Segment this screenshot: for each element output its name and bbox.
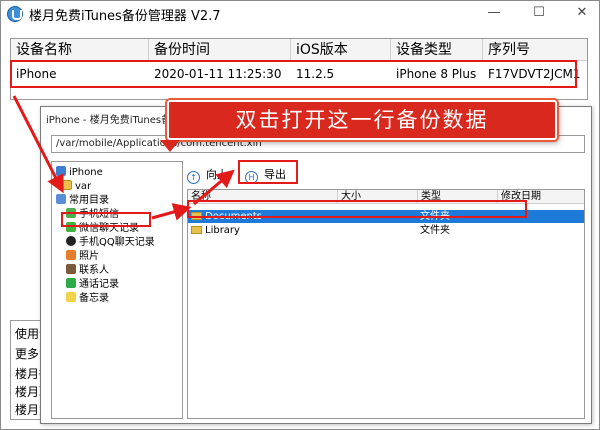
tree-item-photos[interactable]: 照片 [66, 250, 99, 264]
call-log-icon [66, 278, 76, 288]
callout-pointer [160, 140, 180, 152]
photos-icon [66, 250, 76, 260]
list-item-library[interactable]: Library 文件夹 [188, 224, 584, 237]
tree-item-qq[interactable]: 手机QQ聊天记录 [66, 236, 155, 250]
app-logo-icon [7, 6, 23, 22]
main-title-bar: 楼月免费iTunes备份管理器 V2.7 — ☐ ✕ [1, 1, 599, 27]
maximize-button[interactable]: ☐ [528, 4, 550, 22]
instruction-callout: 双击打开这一行备份数据 [167, 100, 557, 140]
main-window-title: 楼月免费iTunes备份管理器 V2.7 [29, 9, 221, 24]
header-ios-version[interactable]: iOS版本 [291, 39, 391, 61]
tree-node-iphone[interactable]: iPhone [56, 166, 103, 180]
header-device-type[interactable]: 设备类型 [391, 39, 483, 61]
tree-node-common[interactable]: 常用目录 [56, 194, 109, 208]
file-list: 名称 大小 类型 修改日期 Documents 文件夹 Library 文件夹 [187, 189, 585, 419]
qq-icon [66, 236, 76, 246]
tree-item-contacts[interactable]: 联系人 [66, 264, 109, 278]
folder-icon [62, 180, 72, 190]
close-button[interactable]: ✕ [571, 4, 593, 22]
folder-tree: iPhone var 常用目录 手机短信 微信聊天记录 手机QQ聊天记录 照片 … [51, 161, 183, 419]
contacts-icon [66, 264, 76, 274]
tree-item-calls[interactable]: 通话记录 [66, 278, 119, 292]
highlight-wechat-item [61, 212, 151, 227]
up-button[interactable]: ↑ 向上 [187, 167, 228, 184]
backup-detail-window: iPhone - 楼月免费iTunes备份管理器 /var/mobile/App… [40, 106, 592, 424]
phone-icon [56, 166, 66, 176]
minimize-button[interactable]: — [483, 4, 505, 22]
backup-table-header: 设备名称 备份时间 iOS版本 设备类型 序列号 [11, 39, 587, 61]
tree-node-var[interactable]: var [62, 180, 91, 194]
header-backup-time[interactable]: 备份时间 [149, 39, 291, 61]
highlight-export-button [238, 160, 298, 184]
header-device-name[interactable]: 设备名称 [11, 39, 149, 61]
tree-item-notes[interactable]: 备忘录 [66, 292, 109, 306]
header-serial[interactable]: 序列号 [483, 39, 587, 61]
highlight-backup-row [10, 60, 577, 88]
highlight-documents-row [187, 200, 527, 218]
notes-icon [66, 292, 76, 302]
arrow-up-icon: ↑ [187, 171, 200, 184]
common-folder-icon [56, 194, 66, 204]
folder-icon [191, 226, 202, 234]
